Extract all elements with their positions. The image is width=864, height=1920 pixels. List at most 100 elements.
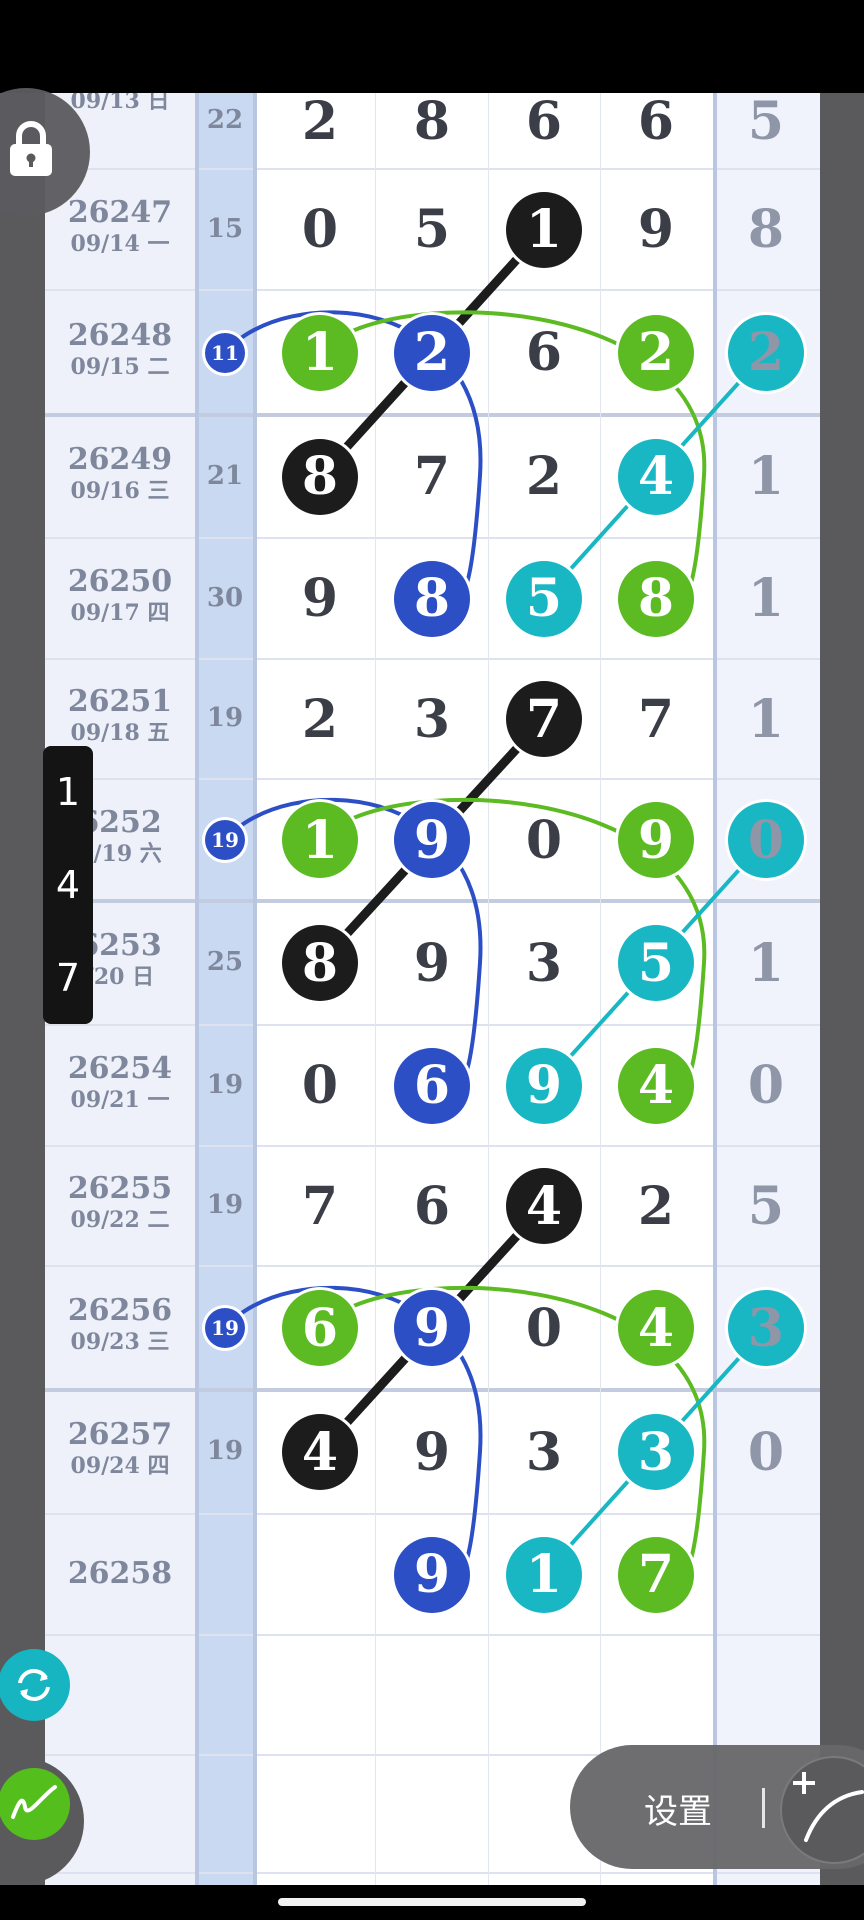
digit-cell[interactable]: 9: [282, 561, 358, 637]
digit-cell[interactable]: [282, 1657, 358, 1733]
issue-cell: 26255 09/22 二: [45, 1172, 195, 1234]
issue-cell: 26256 09/23 三: [45, 1294, 195, 1356]
right-frame: [820, 93, 864, 1885]
green-digit-ball[interactable]: 1: [282, 802, 358, 878]
digit-cell[interactable]: 7: [394, 439, 470, 515]
teal-digit-ball[interactable]: 3: [728, 1290, 804, 1366]
sum-cell: 19: [206, 703, 244, 733]
last-digit-cell[interactable]: 5: [728, 93, 804, 159]
black-digit-ball[interactable]: 4: [506, 1168, 582, 1244]
digit-cell[interactable]: [618, 1657, 694, 1733]
lottery-trend-sheet[interactable]: 09/13 日 22 2 8 6 6 5 26247 09/14 一 15 0 5 1 9 8 26248 09…: [45, 93, 820, 1885]
last-digit-cell[interactable]: 1: [728, 561, 804, 637]
sum-cell: 22: [206, 105, 244, 135]
digit-cell[interactable]: 0: [506, 802, 582, 878]
teal-digit-ball[interactable]: 5: [506, 560, 582, 637]
digit-cell[interactable]: [394, 1657, 470, 1733]
black-digit-ball[interactable]: 7: [506, 681, 582, 757]
digit-cell[interactable]: 2: [282, 93, 358, 159]
issue-number: 26254: [67, 1050, 173, 1086]
digit-cell[interactable]: 9: [394, 1414, 470, 1490]
last-digit-cell[interactable]: 0: [728, 1048, 804, 1124]
digit-cell[interactable]: 9: [618, 192, 694, 268]
digit-cell[interactable]: 9: [394, 925, 470, 1001]
last-digit-cell[interactable]: [728, 1657, 804, 1733]
digit-cell[interactable]: 8: [394, 93, 470, 159]
digit-cell[interactable]: [282, 1537, 358, 1613]
digit-cell[interactable]: 7: [282, 1168, 358, 1244]
green-digit-ball[interactable]: 8: [618, 560, 694, 637]
digit-cell[interactable]: [282, 1776, 358, 1852]
last-digit-cell[interactable]: 5: [728, 1168, 804, 1244]
digit-cell[interactable]: 2: [506, 439, 582, 515]
teal-digit-ball[interactable]: 2: [728, 314, 804, 391]
green-digit-ball[interactable]: 9: [618, 802, 694, 878]
digit-cell[interactable]: [394, 1776, 470, 1852]
last-digit-cell[interactable]: 1: [728, 439, 804, 515]
digit-cell[interactable]: 6: [506, 93, 582, 159]
last-digit-cell[interactable]: 8: [728, 192, 804, 268]
last-digit-cell[interactable]: 0: [728, 1414, 804, 1490]
digit-cell[interactable]: 3: [394, 681, 470, 757]
green-digit-ball[interactable]: 4: [618, 1290, 694, 1366]
side-number-menu[interactable]: 1 4 7: [43, 746, 93, 1024]
last-digit-cell[interactable]: [728, 1537, 804, 1613]
black-digit-ball[interactable]: 4: [282, 1414, 358, 1490]
last-digit-cell[interactable]: 1: [728, 925, 804, 1001]
issue-date: 09/17 四: [70, 599, 170, 626]
digit-cell[interactable]: [506, 1657, 582, 1733]
side-menu-item[interactable]: 4: [56, 863, 80, 907]
refresh-button[interactable]: [0, 1649, 70, 1721]
digit-cell[interactable]: 6: [506, 315, 582, 391]
lock-icon[interactable]: [6, 118, 56, 178]
blue-digit-ball[interactable]: 8: [394, 560, 470, 637]
blue-digit-ball[interactable]: 2: [394, 314, 470, 391]
pen-button[interactable]: [0, 1768, 70, 1840]
green-digit-ball[interactable]: 4: [618, 1047, 694, 1124]
black-digit-ball[interactable]: 1: [506, 191, 582, 268]
green-digit-ball[interactable]: 2: [618, 314, 694, 391]
side-menu-item[interactable]: 7: [56, 956, 80, 1000]
digit-cell[interactable]: 6: [618, 93, 694, 159]
blue-digit-ball[interactable]: 9: [394, 1536, 470, 1613]
issue-cell: 26250 09/17 四: [45, 564, 195, 627]
side-menu-item[interactable]: 1: [56, 770, 80, 814]
green-digit-ball[interactable]: 7: [618, 1536, 694, 1613]
teal-digit-ball[interactable]: 4: [618, 438, 694, 515]
draw-line-button[interactable]: [780, 1756, 864, 1864]
digit-cell[interactable]: 0: [282, 1048, 358, 1124]
black-digit-ball[interactable]: 8: [282, 438, 358, 515]
blue-digit-ball[interactable]: 6: [394, 1047, 470, 1124]
digit-cell[interactable]: 6: [394, 1168, 470, 1244]
issue-number: 26256: [67, 1293, 173, 1328]
issue-number: 26248: [67, 317, 173, 353]
refresh-icon: [18, 1668, 50, 1702]
home-indicator[interactable]: [278, 1898, 586, 1906]
blue-digit-ball[interactable]: 9: [394, 802, 470, 878]
black-digit-ball[interactable]: 8: [282, 925, 358, 1001]
digit-cell[interactable]: 3: [506, 1414, 582, 1490]
green-digit-ball[interactable]: 6: [282, 1290, 358, 1366]
digit-cell[interactable]: 7: [618, 681, 694, 757]
green-digit-ball[interactable]: 1: [282, 314, 358, 391]
sum-ball: 19: [205, 820, 245, 860]
last-digit-cell[interactable]: 1: [728, 681, 804, 757]
teal-digit-ball[interactable]: 9: [506, 1047, 582, 1124]
digit-cell[interactable]: 3: [506, 925, 582, 1001]
digit-cell[interactable]: 2: [618, 1168, 694, 1244]
teal-digit-ball[interactable]: 1: [506, 1536, 582, 1613]
settings-button[interactable]: 设置: [644, 1784, 712, 1833]
issue-date: 09/14 一: [70, 230, 170, 257]
digit-cell[interactable]: 0: [282, 192, 358, 268]
digit-cell[interactable]: 2: [282, 681, 358, 757]
digit-cell[interactable]: 5: [394, 192, 470, 268]
sum-cell: 30: [206, 582, 244, 613]
blue-digit-ball[interactable]: 9: [394, 1290, 470, 1366]
teal-digit-ball[interactable]: 5: [618, 925, 694, 1001]
teal-digit-ball[interactable]: 0: [728, 802, 804, 878]
teal-digit-ball[interactable]: 3: [618, 1414, 694, 1490]
issue-cell: 26249 09/16 三: [45, 442, 195, 505]
pen-icon: [11, 1785, 57, 1819]
sum-cell: 19: [206, 1069, 244, 1100]
digit-cell[interactable]: 0: [506, 1290, 582, 1366]
